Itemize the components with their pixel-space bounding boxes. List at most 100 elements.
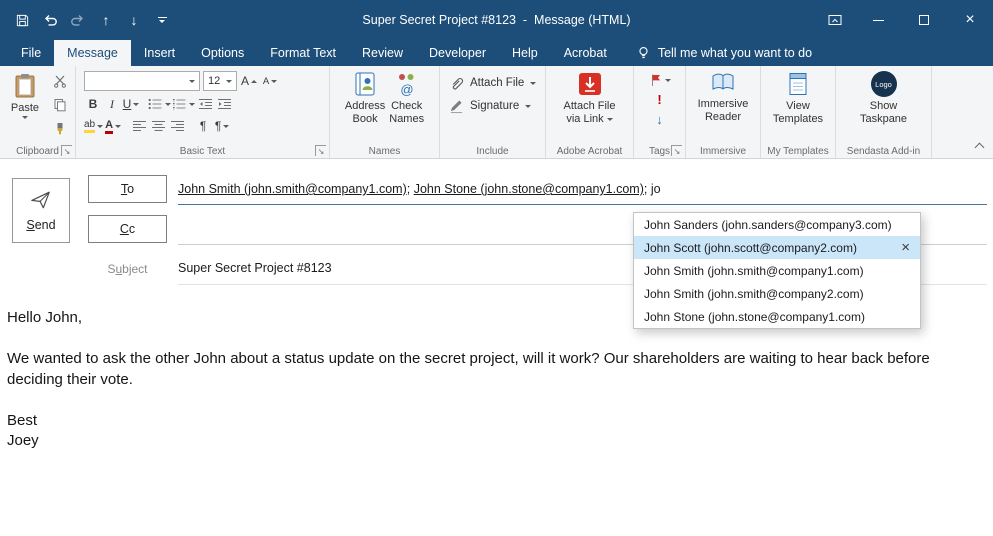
title-bar: ↑ ↓ Super Secret Project #8123 - Message… [0, 0, 993, 40]
tab-insert[interactable]: Insert [131, 40, 188, 66]
body-closing[interactable]: Best [7, 412, 37, 429]
copy-button[interactable] [50, 97, 70, 113]
tab-help[interactable]: Help [499, 40, 551, 66]
maximize-button[interactable] [901, 0, 947, 40]
address-book-button[interactable]: Address Book [345, 71, 385, 126]
grow-font-button[interactable]: A [240, 71, 258, 91]
align-left-button[interactable] [130, 116, 148, 136]
tab-options[interactable]: Options [188, 40, 257, 66]
attach-file-button[interactable]: Attach File [449, 75, 536, 91]
svg-text:@: @ [400, 82, 413, 97]
body-signature[interactable]: Joey [7, 432, 39, 449]
font-size-value: 12 [208, 75, 220, 87]
to-field[interactable]: John Smith (john.smith@company1.com); Jo… [178, 182, 661, 196]
font-name-combo[interactable] [84, 71, 200, 91]
customize-quick-access-icon[interactable] [148, 5, 176, 35]
ribbon-spacer [932, 66, 993, 158]
group-title-include: Include [440, 146, 545, 157]
suggestion-item[interactable]: John Smith (john.smith@company2.com) [634, 282, 920, 305]
decrease-indent-button[interactable] [196, 94, 214, 114]
bullets-button[interactable] [148, 94, 171, 114]
tell-me-box[interactable]: Tell me what you want to do [624, 40, 824, 66]
group-immersive: Immersive Reader Immersive [686, 66, 761, 158]
group-title-sendasta: Sendasta Add-in [836, 146, 931, 157]
suggestion-item[interactable]: John Sanders (john.sanders@company3.com) [634, 213, 920, 236]
suggestion-item-selected[interactable]: John Scott (john.scott@company2.com) × [634, 236, 920, 259]
low-importance-button[interactable]: ↓ [656, 112, 663, 127]
ribbon-tab-bar: File Message Insert Options Format Text … [0, 40, 993, 66]
suggestion-item[interactable]: John Stone (john.stone@company1.com) [634, 305, 920, 328]
close-button[interactable]: × [947, 0, 993, 40]
ltr-direction-icon[interactable]: ¶ [194, 116, 212, 136]
templates-page-icon [785, 71, 811, 97]
subject-field[interactable]: Super Secret Project #8123 [178, 261, 332, 275]
body-paragraph[interactable]: We wanted to ask the other John about a … [7, 349, 963, 390]
group-names: Address Book @ Check Names Names [330, 66, 440, 158]
paste-button[interactable]: Paste [5, 71, 45, 143]
next-item-icon[interactable]: ↓ [120, 5, 148, 35]
shrink-font-button[interactable]: A [261, 71, 279, 91]
body-greeting[interactable]: Hello John, [7, 309, 82, 326]
underline-button[interactable]: U [122, 94, 140, 114]
dialog-launcher-icon[interactable]: ↘ [61, 145, 72, 156]
collapse-ribbon-icon[interactable] [975, 143, 985, 153]
align-center-button[interactable] [149, 116, 167, 136]
follow-up-flag-button[interactable] [649, 73, 671, 87]
sendasta-logo-icon: Logo [871, 71, 897, 97]
group-tags: ! ↓ Tags ↘ [634, 66, 686, 158]
tab-message[interactable]: Message [54, 40, 131, 66]
tab-file[interactable]: File [8, 40, 54, 66]
dialog-launcher-icon[interactable]: ↘ [315, 145, 326, 156]
recipient-chip[interactable]: John Smith (john.smith@company1.com) [178, 182, 407, 196]
font-color-button[interactable]: A [104, 116, 122, 136]
undo-icon[interactable] [36, 5, 64, 35]
numbering-button[interactable] [172, 94, 195, 114]
tab-format-text[interactable]: Format Text [257, 40, 349, 66]
group-title-immersive: Immersive [686, 146, 760, 157]
dialog-launcher-icon[interactable]: ↘ [671, 145, 682, 156]
paragraph-marks-button[interactable]: ¶ [213, 116, 231, 136]
align-right-button[interactable] [168, 116, 186, 136]
group-my-templates: View Templates My Templates [761, 66, 836, 158]
high-importance-button[interactable]: ! [657, 92, 661, 107]
tab-acrobat[interactable]: Acrobat [551, 40, 620, 66]
paste-label: Paste [11, 102, 39, 114]
signature-button[interactable]: Signature [449, 98, 531, 114]
group-title-names: Names [330, 146, 439, 157]
format-painter-button[interactable] [50, 121, 70, 137]
send-button[interactable]: Send [12, 178, 70, 243]
ribbon: Paste Clipboard ↘ 12 A A B I U [0, 66, 993, 159]
font-size-combo[interactable]: 12 [203, 71, 237, 91]
lightbulb-icon [636, 45, 651, 61]
remove-suggestion-icon[interactable]: × [901, 240, 910, 255]
view-templates-button[interactable]: View Templates [761, 71, 835, 126]
cc-button[interactable]: Cc [88, 215, 167, 243]
save-icon[interactable] [8, 5, 36, 35]
quick-access-toolbar: ↑ ↓ [0, 5, 176, 35]
suggestion-label: John Scott (john.scott@company2.com) [644, 241, 857, 255]
minimize-button[interactable] [855, 0, 901, 40]
italic-button[interactable]: I [103, 94, 121, 114]
suggestion-item[interactable]: John Smith (john.smith@company1.com) [634, 259, 920, 282]
attach-file-via-link-button[interactable]: Attach File via Link [546, 71, 633, 126]
tell-me-label: Tell me what you want to do [658, 46, 812, 60]
previous-item-icon[interactable]: ↑ [92, 5, 120, 35]
immersive-reader-button[interactable]: Immersive Reader [686, 71, 760, 124]
redo-icon[interactable] [64, 5, 92, 35]
address-book-icon [352, 71, 378, 97]
increase-indent-button[interactable] [215, 94, 233, 114]
cut-button[interactable] [50, 73, 70, 89]
recipient-chip[interactable]: John Stone (john.stone@company1.com) [414, 182, 644, 196]
ribbon-display-options-icon[interactable] [815, 0, 855, 40]
show-taskpane-button[interactable]: Logo Show Taskpane [836, 71, 931, 126]
tab-review[interactable]: Review [349, 40, 416, 66]
text-highlight-button[interactable]: ab [84, 116, 103, 136]
to-button[interactable]: To [88, 175, 167, 203]
tab-developer[interactable]: Developer [416, 40, 499, 66]
to-field-underline [178, 204, 987, 205]
recipient-suggestions-dropdown: John Sanders (john.sanders@company3.com)… [633, 212, 921, 329]
group-title-my-templates: My Templates [761, 146, 835, 157]
bold-button[interactable]: B [84, 94, 102, 114]
group-basic-text: 12 A A B I U ab A [76, 66, 330, 158]
check-names-button[interactable]: @ Check Names [389, 71, 424, 126]
